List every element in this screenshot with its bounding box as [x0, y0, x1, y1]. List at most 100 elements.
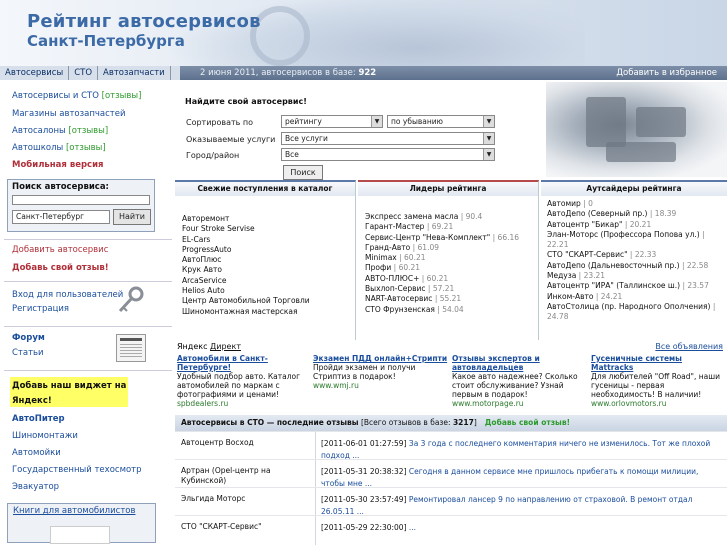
- leader-item-name[interactable]: Профи: [365, 263, 391, 272]
- leader-item-name[interactable]: АВТО-ПЛЮС+: [365, 274, 419, 283]
- leader-item[interactable]: СТО Фрунзенская | 54.04: [365, 305, 538, 315]
- outsider-item[interactable]: Автоцентр "Бикар" | 20.21: [547, 220, 727, 230]
- leader-item-name[interactable]: Minimax: [365, 253, 397, 262]
- ad-url[interactable]: www.wmj.ru: [313, 381, 448, 390]
- review-service-name[interactable]: Эльгида Моторс: [181, 494, 311, 504]
- link-register[interactable]: Регистрация: [12, 304, 69, 314]
- add-to-favorites-link[interactable]: Добавить в избранное: [616, 66, 717, 80]
- leader-item[interactable]: Экспресс замена масла | 90.4: [365, 212, 538, 222]
- outsider-item-name[interactable]: Автоцентр "ИРА" (Таллинское ш.): [547, 281, 680, 290]
- outsider-item-name[interactable]: АвтоСтолица (пр. Народного Ополчения): [547, 302, 710, 311]
- new-entry-item[interactable]: АвтоПлюс: [182, 255, 355, 265]
- yandex-widget-link[interactable]: Добавь наш виджет на Яндекс!: [12, 379, 130, 409]
- new-entry-item[interactable]: Helios Auto: [182, 286, 355, 296]
- outsider-item-name[interactable]: Автомир: [547, 199, 581, 208]
- new-entry-item[interactable]: EL-Cars: [182, 235, 355, 245]
- outsider-item[interactable]: Медуза | 23.21: [547, 271, 727, 281]
- search-button[interactable]: Поиск: [283, 165, 323, 180]
- site-title[interactable]: Рейтинг автосервисов: [27, 11, 261, 32]
- leader-item[interactable]: Гранд-Авто | 61.09: [365, 243, 538, 253]
- outsider-item[interactable]: АвтоДепо (Дальневосточный пр.) | 22.58: [547, 261, 727, 271]
- outsider-item[interactable]: АвтоСтолица (пр. Народного Ополчения) | …: [547, 302, 727, 323]
- outsider-item[interactable]: Элан-Моторс (Профессора Попова ул.) | 22…: [547, 230, 727, 251]
- leader-item-name[interactable]: Сервис-Центр "Нева-Комплект": [365, 233, 490, 242]
- link-tech-inspection[interactable]: Государственный техосмотр: [12, 465, 142, 475]
- link-mobile-version[interactable]: Мобильная версия: [12, 160, 104, 170]
- link-car-dealers-label[interactable]: Автосалоны: [12, 126, 66, 136]
- ad-title[interactable]: Отзывы экспертов и автовладельцев: [452, 354, 587, 372]
- leader-item-name[interactable]: Экспресс замена масла: [365, 212, 458, 221]
- find-button[interactable]: Найти: [113, 209, 151, 225]
- link-add-review[interactable]: Добавь свой отзыв!: [12, 263, 109, 273]
- outsider-item[interactable]: Инком-Авто | 24.21: [547, 292, 727, 302]
- city-district-select[interactable]: Все ▼: [281, 148, 495, 161]
- new-entry-item[interactable]: Центр Автомобильной Торговли: [182, 296, 355, 306]
- link-driving-schools[interactable]: Автошколы [отзывы]: [12, 143, 106, 153]
- leader-item[interactable]: Гарант-Мастер | 69.21: [365, 222, 538, 232]
- outsider-item[interactable]: Автомир | 0: [547, 199, 727, 209]
- outsider-item-name[interactable]: АвтоДепо (Дальневосточный пр.): [547, 261, 680, 270]
- all-ads-link[interactable]: Все объявления: [655, 342, 723, 351]
- link-autoservices-reviews[interactable]: [отзывы]: [102, 91, 142, 101]
- leader-item[interactable]: Профи | 60.21: [365, 263, 538, 273]
- new-entry-item[interactable]: ArcaService: [182, 276, 355, 286]
- review-service-name[interactable]: СТО "СКАРТ-Сервис": [181, 522, 311, 532]
- link-parts-shops[interactable]: Магазины автозапчастей: [12, 109, 126, 119]
- review-message[interactable]: ...: [409, 523, 416, 532]
- leader-item[interactable]: Minimax | 60.21: [365, 253, 538, 263]
- order-select[interactable]: по убыванию ▼: [387, 115, 495, 128]
- link-car-wash[interactable]: Автомойки: [12, 448, 61, 458]
- ad-title[interactable]: Автомобили в Санкт-Петербурге!: [177, 354, 312, 372]
- outsider-item[interactable]: СТО "СКАРТ-Сервис" | 22.33: [547, 250, 727, 260]
- new-entry-item[interactable]: Авторемонт: [182, 214, 355, 224]
- leader-item-name[interactable]: СТО Фрунзенская: [365, 305, 435, 314]
- services-select[interactable]: Все услуги ▼: [281, 132, 495, 145]
- new-entry-item[interactable]: Крук Авто: [182, 265, 355, 275]
- tab-sto[interactable]: СТО: [69, 66, 99, 80]
- leader-item[interactable]: Выхлоп-Сервис | 57.21: [365, 284, 538, 294]
- leader-item-name[interactable]: Гранд-Авто: [365, 243, 410, 252]
- sort-select[interactable]: рейтингу ▼: [281, 115, 383, 128]
- ad-url[interactable]: spbdealers.ru: [177, 399, 312, 408]
- tab-autoparts[interactable]: Автозапчасти: [98, 66, 171, 80]
- link-autoservices-label[interactable]: Автосервисы и СТО: [12, 91, 99, 101]
- leader-item-name[interactable]: Выхлоп-Сервис: [365, 284, 426, 293]
- link-articles[interactable]: Статьи: [12, 348, 44, 358]
- outsider-item-name[interactable]: СТО "СКАРТ-Сервис": [547, 250, 628, 259]
- ad-title[interactable]: Гусеничные системы Mattracks: [591, 354, 726, 372]
- leader-item[interactable]: NART-Автосервис | 55.21: [365, 294, 538, 304]
- link-car-dealers[interactable]: Автосалоны [отзывы]: [12, 126, 108, 136]
- leader-item-name[interactable]: NART-Автосервис: [365, 294, 432, 303]
- link-autopiter[interactable]: АвтоПитер: [12, 414, 65, 424]
- ad-title[interactable]: Экзамен ПДД онлайн+Стрипти: [313, 354, 448, 363]
- outsider-item-name[interactable]: Медуза: [547, 271, 576, 280]
- link-driving-schools-reviews[interactable]: [отзывы]: [66, 143, 106, 153]
- new-entry-item[interactable]: Шиномонтажная мастерская: [182, 307, 355, 317]
- outsider-item-name[interactable]: Элан-Моторс (Профессора Попова ул.): [547, 230, 700, 239]
- link-books[interactable]: Книги для автомобилистов: [13, 506, 135, 516]
- leader-item[interactable]: Сервис-Центр "Нева-Комплект" | 66.16: [365, 233, 538, 243]
- link-autoservices[interactable]: Автосервисы и СТО [отзывы]: [12, 91, 141, 101]
- leader-item-name[interactable]: Гарант-Мастер: [365, 222, 424, 231]
- link-car-dealers-reviews[interactable]: [отзывы]: [68, 126, 108, 136]
- link-tire-service[interactable]: Шиномонтажи: [12, 431, 78, 441]
- link-tow-truck[interactable]: Эвакуатор: [12, 482, 59, 492]
- outsider-item-name[interactable]: АвтоДепо (Северный пр.): [547, 209, 648, 218]
- outsider-item-name[interactable]: Автоцентр "Бикар": [547, 220, 622, 229]
- outsider-item[interactable]: Автоцентр "ИРА" (Таллинское ш.) | 23.57: [547, 281, 727, 291]
- link-driving-schools-label[interactable]: Автошколы: [12, 143, 63, 153]
- service-search-input[interactable]: [12, 195, 150, 205]
- new-entry-item[interactable]: ProgressAuto: [182, 245, 355, 255]
- tab-autoservices[interactable]: Автосервисы: [0, 66, 70, 80]
- outsider-item-name[interactable]: Инком-Авто: [547, 292, 594, 301]
- new-entry-item[interactable]: Four Stroke Servise: [182, 224, 355, 234]
- yandex-direct-label[interactable]: Яндекс Директ: [177, 342, 241, 351]
- review-service-name[interactable]: Автоцентр Восход: [181, 438, 311, 448]
- add-review-link[interactable]: Добавь свой отзыв!: [485, 418, 570, 427]
- review-service-name[interactable]: Артран (Opel-центр на Кубинской): [181, 466, 311, 486]
- link-forum[interactable]: Форум: [12, 333, 45, 343]
- leader-item[interactable]: АВТО-ПЛЮС+ | 60.21: [365, 274, 538, 284]
- link-add-service[interactable]: Добавить автосервис: [12, 245, 108, 255]
- city-select[interactable]: Санкт-Петербург: [12, 210, 110, 224]
- outsider-item[interactable]: АвтоДепо (Северный пр.) | 18.39: [547, 209, 727, 219]
